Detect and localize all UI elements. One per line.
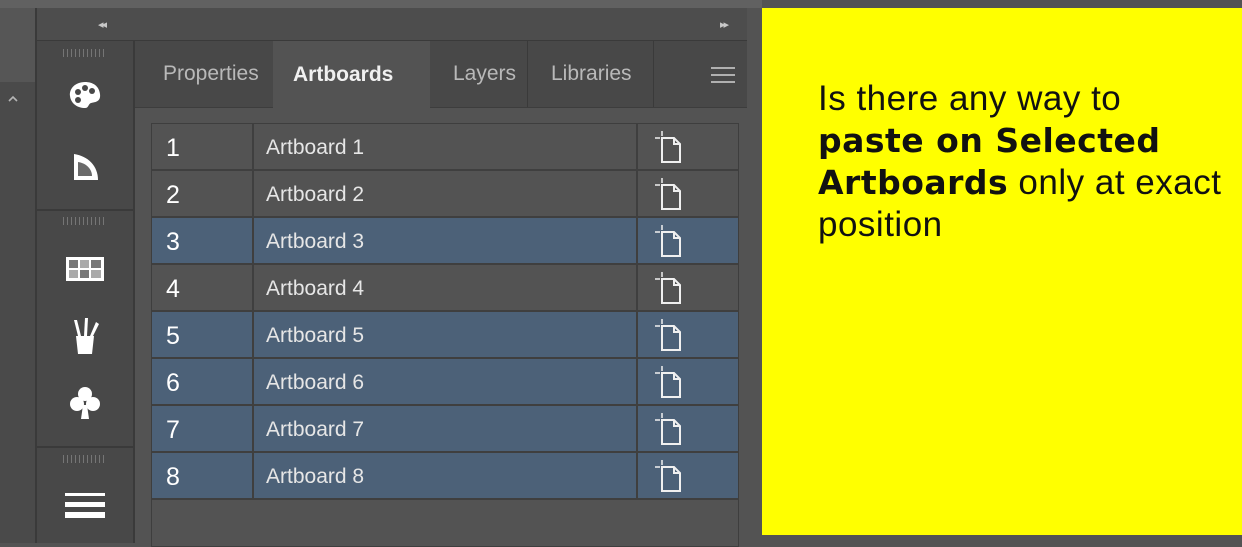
artboard-name[interactable]: Artboard 5	[266, 324, 364, 348]
expand-right-icon[interactable]: ▸▸	[720, 18, 729, 31]
question-callout: Is there any way to paste on Selected Ar…	[762, 8, 1242, 535]
artboard-name[interactable]: Artboard 2	[266, 183, 364, 207]
artboard-name[interactable]: Artboard 1	[266, 136, 364, 160]
column-divider	[252, 171, 254, 216]
column-divider	[636, 124, 638, 169]
artboard-options-icon[interactable]	[652, 318, 686, 352]
artboard-options-icon[interactable]	[652, 459, 686, 493]
callout-line1: Is there any way to	[818, 79, 1122, 118]
panel-menu-icon[interactable]	[711, 67, 735, 83]
column-divider	[636, 265, 638, 310]
artboard-number: 4	[166, 275, 180, 303]
artboard-row[interactable]: 7 Artboard 7	[152, 406, 738, 453]
column-divider	[252, 406, 254, 451]
toolstrip-divider	[37, 446, 133, 448]
toolstrip-divider	[37, 209, 133, 211]
column-divider	[252, 265, 254, 310]
brushes-icon[interactable]	[61, 316, 109, 356]
artboard-name[interactable]: Artboard 3	[266, 230, 364, 254]
artboard-row[interactable]: 1 Artboard 1	[152, 124, 738, 171]
tab-label: Libraries	[551, 62, 632, 85]
swatches-icon[interactable]	[61, 249, 109, 289]
color-guide-icon[interactable]	[61, 147, 109, 187]
artboard-row[interactable]: 5 Artboard 5	[152, 312, 738, 359]
artboard-options-icon[interactable]	[652, 365, 686, 399]
artboard-row[interactable]: 4 Artboard 4	[152, 265, 738, 312]
column-divider	[252, 453, 254, 498]
artboard-number: 2	[166, 181, 180, 209]
artboard-number: 6	[166, 369, 180, 397]
artboard-number: 8	[166, 463, 180, 491]
drag-grip[interactable]	[63, 217, 107, 225]
artboard-options-icon[interactable]	[652, 412, 686, 446]
artboard-number: 1	[166, 134, 180, 162]
artboards-panel: Properties Artboards Layers Libraries 1 A…	[135, 41, 747, 547]
column-divider	[636, 312, 638, 357]
column-divider	[636, 359, 638, 404]
panel-header-bar	[37, 8, 747, 41]
column-divider	[252, 312, 254, 357]
column-divider	[252, 218, 254, 263]
tab-properties[interactable]: Properties	[163, 41, 273, 107]
color-palette-icon[interactable]	[61, 75, 109, 115]
top-strip	[0, 0, 762, 8]
callout-text: Is there any way to paste on Selected Ar…	[818, 78, 1228, 246]
column-divider	[252, 359, 254, 404]
artboard-name[interactable]: Artboard 4	[266, 277, 364, 301]
artboard-name[interactable]: Artboard 6	[266, 371, 364, 395]
artboard-name[interactable]: Artboard 7	[266, 418, 364, 442]
artboard-number: 3	[166, 228, 180, 256]
left-dock-column	[0, 8, 37, 543]
artboard-row[interactable]: 8 Artboard 8	[152, 453, 738, 500]
artboard-options-icon[interactable]	[652, 271, 686, 305]
panel-tab-bar: Properties Artboards Layers Libraries	[135, 41, 747, 108]
tab-divider	[527, 41, 528, 107]
tab-label: Artboards	[293, 62, 394, 86]
collapse-left-icon[interactable]: ◂◂	[98, 18, 107, 31]
column-divider	[252, 124, 254, 169]
drag-grip[interactable]	[63, 49, 107, 57]
tab-label: Layers	[453, 62, 517, 85]
panel-icon-strip	[37, 41, 135, 543]
artboard-options-icon[interactable]	[652, 177, 686, 211]
chevron-up-icon[interactable]	[8, 94, 18, 104]
tab-divider	[653, 41, 654, 107]
artboard-name[interactable]: Artboard 8	[266, 465, 364, 489]
column-divider	[636, 453, 638, 498]
artboard-number: 5	[166, 322, 180, 350]
symbols-icon[interactable]	[61, 383, 109, 423]
artboard-list: 1 Artboard 1 2 Artboard 2 3 Artboard 3 4 Artboa…	[151, 123, 739, 547]
stroke-icon[interactable]	[61, 485, 109, 525]
tab-libraries[interactable]: Libraries	[551, 41, 632, 107]
artboard-row[interactable]: 2 Artboard 2	[152, 171, 738, 218]
tab-layers[interactable]: Layers	[453, 41, 516, 107]
artboard-row[interactable]: 3 Artboard 3	[152, 218, 738, 265]
column-divider	[636, 171, 638, 216]
column-divider	[636, 406, 638, 451]
column-divider	[636, 218, 638, 263]
tab-label: Properties	[163, 62, 259, 85]
artboard-row[interactable]: 6 Artboard 6	[152, 359, 738, 406]
list-empty-area	[152, 500, 738, 546]
artboard-number: 7	[166, 416, 180, 444]
artboard-options-icon[interactable]	[652, 224, 686, 258]
left-dock-upper	[0, 8, 35, 82]
drag-grip[interactable]	[63, 455, 107, 463]
tab-artboards[interactable]: Artboards	[273, 41, 430, 108]
artboard-options-icon[interactable]	[652, 130, 686, 164]
